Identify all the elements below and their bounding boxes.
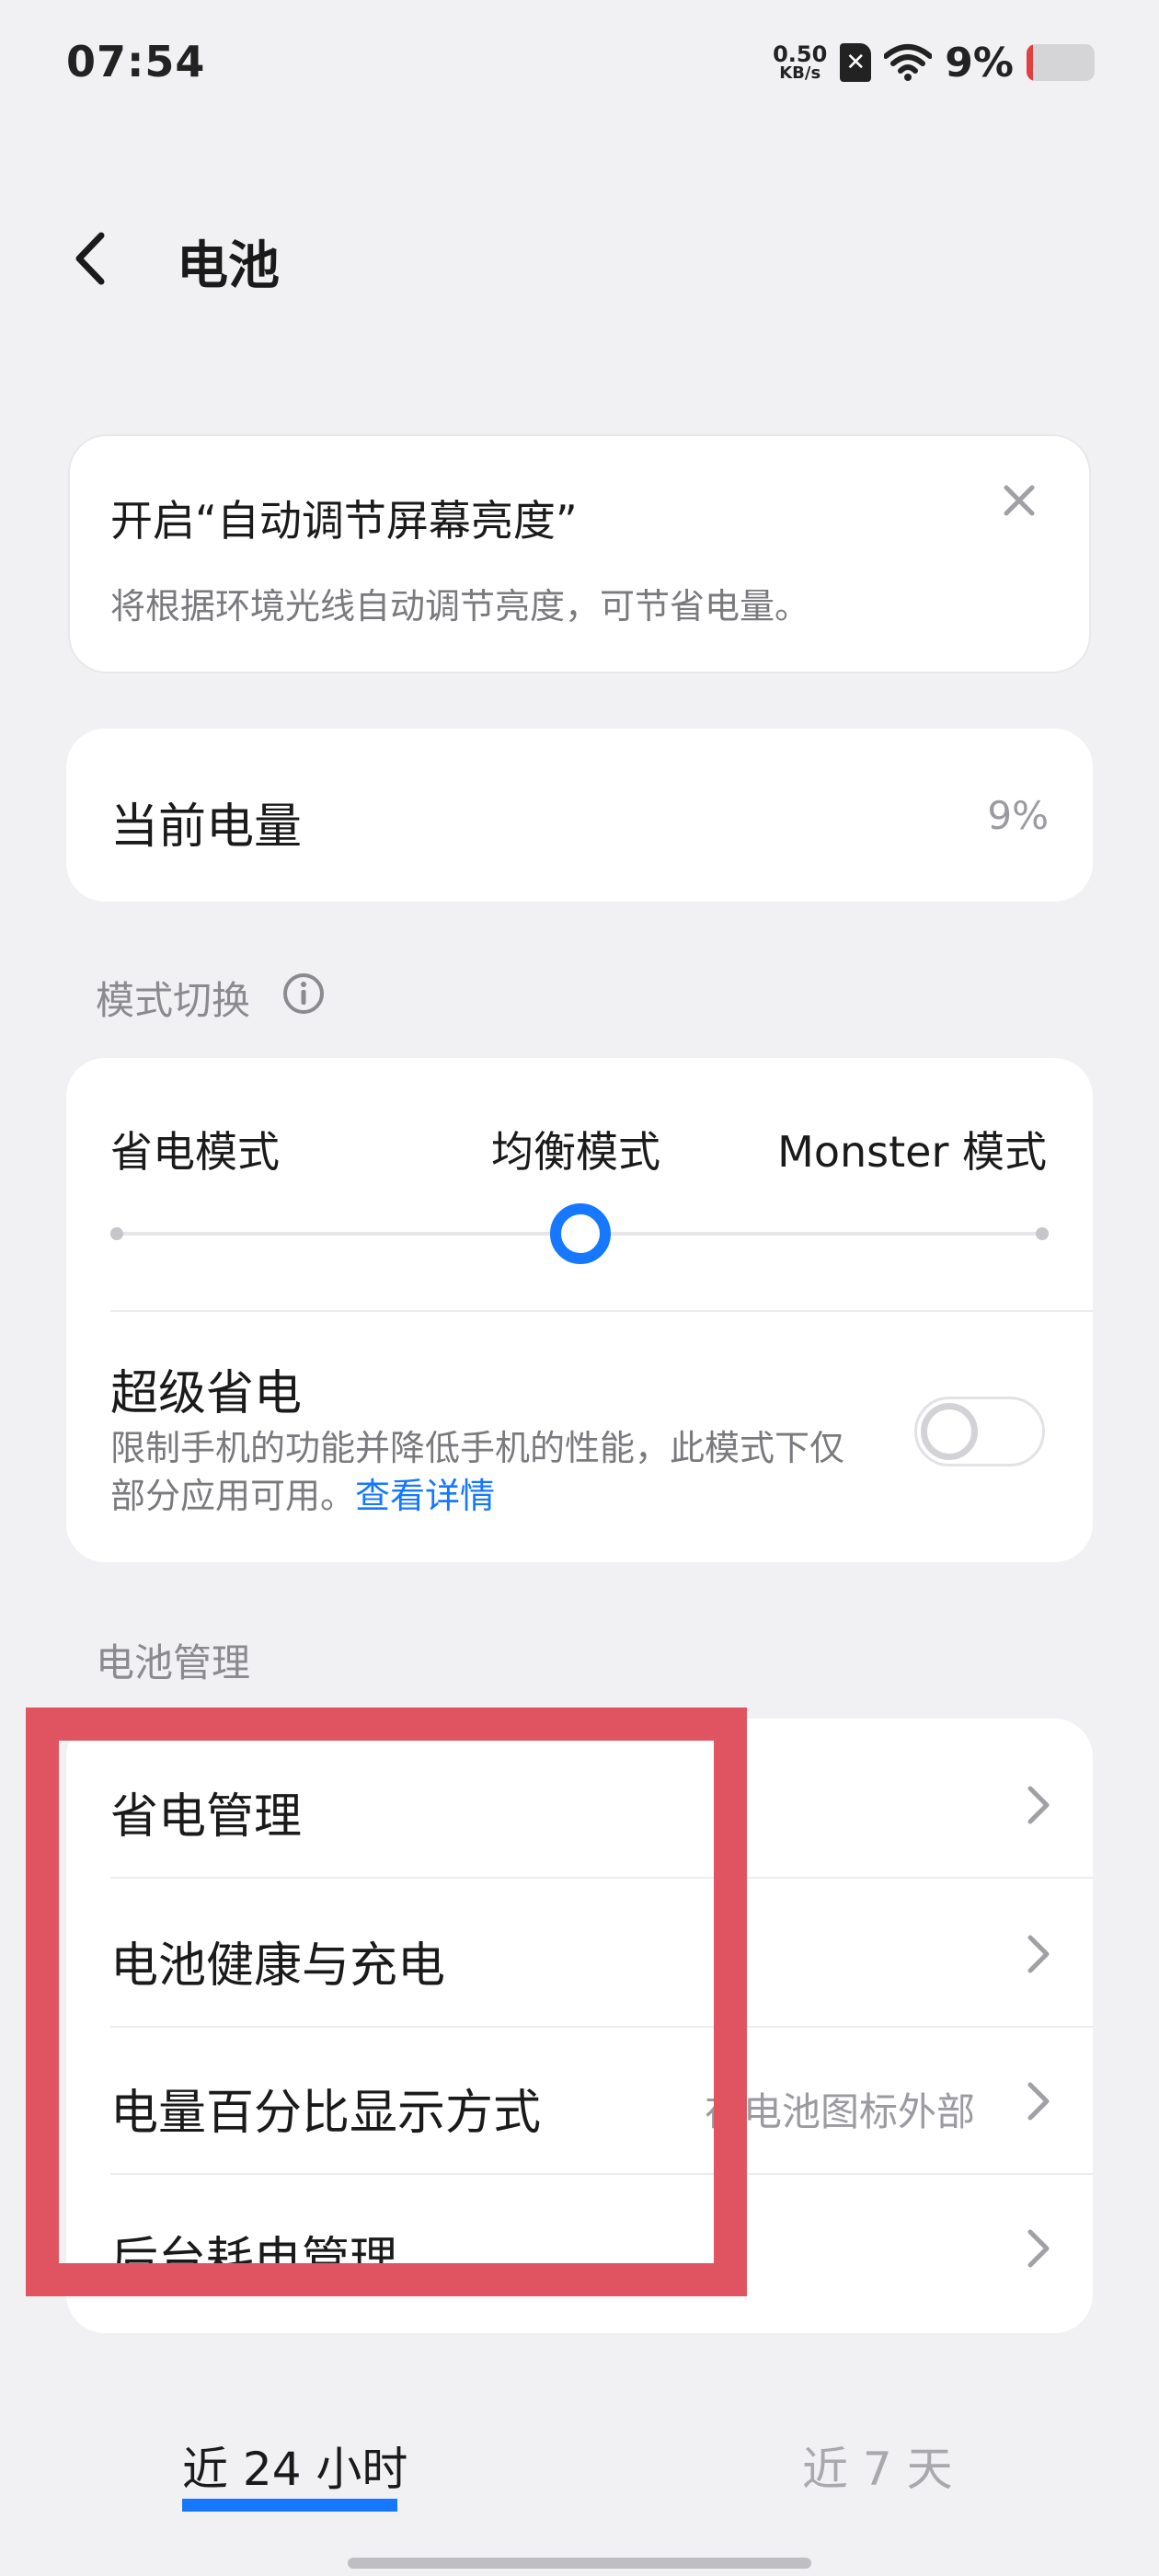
status-icons: 0.50 KB/s ✕ 9% (773, 37, 1095, 88)
mode-section-label: 模式切换 (96, 978, 251, 1023)
back-arrow-icon[interactable] (64, 226, 120, 291)
slider-stop-left[interactable] (110, 1227, 123, 1240)
battery-percent: 9% (945, 39, 1014, 86)
notice-description: 将根据环境光线自动调节亮度，可节省电量。 (110, 586, 810, 627)
mode-slider-thumb[interactable] (550, 1203, 611, 1264)
current-battery-label: 当前电量 (110, 799, 303, 855)
chevron-right-icon (1019, 1779, 1056, 1831)
auto-brightness-notice[interactable] (68, 434, 1091, 673)
status-time: 07:54 (66, 37, 206, 86)
current-battery-value: 9% (987, 793, 1049, 838)
wifi-icon (884, 43, 933, 82)
info-icon[interactable] (281, 972, 326, 1016)
mode-option-monster[interactable]: Monster 模式 (777, 1119, 1047, 1179)
toggle-knob (921, 1403, 978, 1460)
battery-fill (1027, 44, 1033, 81)
notice-title: 开启“自动调节屏幕亮度” (110, 496, 578, 546)
no-sim-icon: ✕ (840, 43, 872, 82)
tab-24-hours[interactable]: 近 24 小时 (182, 2432, 407, 2499)
highlight-box (26, 1708, 747, 2296)
network-speed-value: 0.50 (773, 41, 828, 67)
slider-stop-right[interactable] (1036, 1227, 1049, 1240)
tab-7-days[interactable]: 近 7 天 (802, 2432, 953, 2499)
chevron-right-icon (1019, 1928, 1056, 1980)
mode-option-power-saving[interactable]: 省电模式 (110, 1119, 280, 1179)
view-details-link[interactable]: 查看详情 (355, 1476, 495, 1516)
chevron-right-icon (1019, 2076, 1056, 2127)
chevron-right-icon (1019, 2223, 1056, 2274)
battery-icon (1027, 44, 1095, 81)
close-icon[interactable] (999, 480, 1039, 521)
management-section-label: 电池管理 (96, 1640, 251, 1685)
active-tab-indicator (182, 2499, 397, 2512)
super-saver-description: 限制手机的功能并降低手机的性能，此模式下仅部分应用可用。查看详情 (110, 1424, 846, 1520)
divider (110, 1310, 1093, 1312)
super-saver-title: 超级省电 (110, 1366, 303, 1421)
home-indicator[interactable] (348, 2558, 811, 2569)
page-title: 电池 (177, 236, 280, 296)
network-speed: 0.50 KB/s (773, 43, 827, 82)
mode-option-balanced[interactable]: 均衡模式 (491, 1119, 660, 1179)
network-speed-unit: KB/s (779, 63, 821, 83)
super-saver-toggle[interactable] (914, 1397, 1045, 1466)
